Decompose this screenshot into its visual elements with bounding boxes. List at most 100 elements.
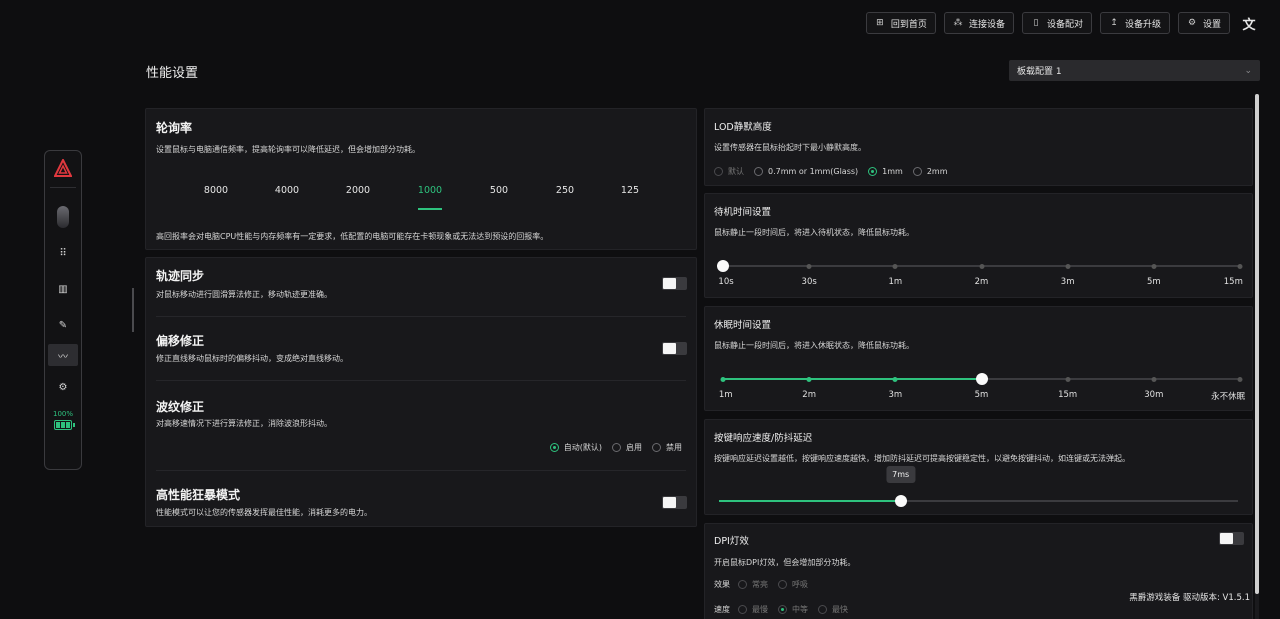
high-perf-toggle[interactable] [662, 496, 687, 509]
sleep-slider-label: 1m [718, 390, 733, 400]
sidebar-item-lighting[interactable]: ✎ [48, 314, 78, 336]
battery-icon [54, 420, 75, 430]
standby-slider-tick[interactable] [892, 263, 898, 269]
main-scrollbar[interactable] [1255, 94, 1259, 619]
lod-radio[interactable]: 2mm [912, 167, 948, 176]
home-button[interactable]: ⊞ 回到首页 [865, 12, 936, 34]
sidebar-item-settings[interactable]: ⚙ [48, 376, 78, 398]
standby-slider[interactable] [717, 260, 1243, 272]
pair-device-button[interactable]: ▯ 设备配对 [1021, 12, 1092, 34]
standby-slider-tick[interactable] [1237, 263, 1243, 269]
ripple-fix-options: 自动(默认) 启用 禁用 [549, 442, 682, 453]
polling-rate-option[interactable]: 125 [621, 185, 639, 196]
debounce-slider-thumb[interactable] [894, 495, 907, 507]
standby-slider-tick[interactable] [1065, 263, 1071, 269]
standby-slider-label: 10s [718, 277, 734, 287]
sleep-slider-tick[interactable] [1065, 376, 1071, 382]
sleep-slider[interactable] [720, 373, 1243, 385]
dpi-light-toggle[interactable] [1219, 532, 1244, 545]
ripple-fix-radio-label: 自动(默认) [563, 443, 602, 452]
dpi-light-title: DPI灯效 [714, 536, 749, 547]
dpi-effect-radio-label: 呼吸 [792, 580, 808, 589]
sidebar-item-dpi[interactable]: ▥ [48, 278, 78, 300]
sidebar-item-keys[interactable]: ⠿ [48, 242, 78, 264]
settings-button[interactable]: ⚙ 设置 [1177, 12, 1230, 34]
battery-percent: 100% [52, 410, 73, 418]
radio-circle-icon [738, 580, 747, 589]
lod-radio-label: 默认 [728, 167, 744, 176]
standby-slider-thumb[interactable] [717, 260, 729, 272]
polling-rate-option[interactable]: 1000 [418, 185, 442, 196]
radio-circle-icon [754, 167, 763, 176]
high-perf-title: 高性能狂暴模式 [156, 488, 241, 502]
radio-circle-icon [818, 605, 827, 614]
dpi-speed-radio[interactable]: 最慢 [738, 604, 768, 615]
config-select-value: 板载配置 1 [1017, 67, 1062, 77]
standby-slider-label: 2m [974, 277, 989, 287]
dpi-effect-options: 常亮 呼吸 [738, 579, 808, 590]
dpi-effect-radio[interactable]: 常亮 [738, 579, 768, 590]
lod-radio-label: 0.7mm or 1mm(Glass) [768, 167, 859, 176]
polling-rate-note: 高回报率会对电脑CPU性能与内存频率有一定要求，低配置的电脑可能存在卡顿现象或无… [156, 232, 549, 241]
sleep-slider-thumb[interactable] [975, 373, 988, 385]
ripple-fix-radio[interactable]: 自动(默认) [549, 442, 602, 453]
sleep-slider-fill [723, 378, 982, 380]
standby-slider-tick[interactable] [1151, 263, 1157, 269]
polling-rate-option[interactable]: 500 [490, 185, 508, 196]
standby-slider-tick[interactable] [806, 263, 812, 269]
standby-slider-label: 5m [1146, 277, 1161, 287]
home-icon: ⊞ [876, 18, 884, 28]
offset-fix-title: 偏移修正 [156, 334, 205, 348]
dpi-speed-radio[interactable]: 最快 [818, 604, 848, 615]
lod-radio[interactable]: 0.7mm or 1mm(Glass) [754, 167, 858, 176]
dpi-light-card: DPI灯效 开启鼠标DPI灯效，但会增加部分功耗。 效果 常亮 呼吸 速度 最慢 中… [704, 523, 1253, 619]
dpi-effect-radio[interactable]: 呼吸 [778, 579, 808, 590]
sleep-slider-tick[interactable] [1151, 376, 1157, 382]
sidebar: ⠿ ▥ ✎ 〰 ⚙ 100% [44, 150, 82, 470]
connect-device-button[interactable]: ⁂ 连接设备 [943, 12, 1014, 34]
sidebar-item-performance[interactable]: 〰 [48, 344, 78, 366]
radio-circle-icon [714, 167, 723, 176]
sleep-slider-tick[interactable] [1237, 376, 1243, 382]
polling-rate-option[interactable]: 4000 [275, 185, 299, 196]
polling-rate-options: 8000 4000 2000 1000 500 250 125 [146, 185, 696, 210]
sidebar-scroll-indicator[interactable] [132, 288, 134, 332]
track-sync-toggle[interactable] [662, 277, 687, 290]
standby-card: 待机时间设置 鼠标静止一段时间后，将进入待机状态，降低鼠标功耗。 10s 30s 1… [704, 193, 1253, 298]
polling-rate-option[interactable]: 8000 [204, 185, 228, 196]
sleep-slider-tick[interactable] [892, 376, 898, 382]
high-perf-desc: 性能模式可以让您的传感器发挥最佳性能，消耗更多的电力。 [156, 508, 372, 517]
brand-logo [52, 157, 74, 179]
upgrade-device-button[interactable]: ↥ 设备升级 [1099, 12, 1170, 34]
sleep-slider-label: 30m [1144, 390, 1164, 400]
polling-rate-option[interactable]: 250 [556, 185, 574, 196]
chevron-down-icon: ⌄ [1244, 65, 1252, 76]
sleep-slider-label: 15m [1058, 390, 1078, 400]
connect-device-label: 连接设备 [968, 19, 1005, 30]
ripple-fix-radio-label: 启用 [626, 443, 642, 452]
radio-circle-icon [612, 443, 621, 452]
polling-rate-title: 轮询率 [156, 121, 193, 135]
debounce-slider[interactable]: 7ms [719, 466, 1238, 507]
ripple-fix-radio[interactable]: 禁用 [652, 442, 682, 453]
sleep-slider-labels: 1m 2m 3m 5m 15m 30m 永不休眠 [719, 390, 1245, 402]
dpi-speed-radio[interactable]: 中等 [778, 604, 808, 615]
radio-circle-icon [868, 167, 878, 176]
mouse-device-icon[interactable] [57, 206, 69, 228]
offset-fix-toggle[interactable] [662, 342, 687, 355]
lod-radio[interactable]: 1mm [868, 167, 903, 176]
sleep-slider-tick[interactable] [806, 376, 812, 382]
lod-card: LOD静默高度 设置传感器在鼠标抬起时下最小静默高度。 默认 0.7mm or 1… [704, 108, 1253, 186]
config-select[interactable]: 板载配置 1 ⌄ [1009, 60, 1260, 81]
ripple-fix-radio[interactable]: 启用 [612, 442, 642, 453]
lod-radio[interactable]: 默认 [714, 166, 744, 177]
standby-slider-label: 3m [1060, 277, 1075, 287]
sleep-slider-tick[interactable] [720, 376, 726, 382]
chart-line-icon: 〰 [58, 351, 68, 363]
driver-version: 黑爵游戏装备 驱动版本: V1.5.1 [1129, 593, 1250, 603]
polling-rate-option[interactable]: 2000 [346, 185, 370, 196]
standby-slider-label: 15m [1223, 277, 1243, 287]
debounce-desc: 按键响应延迟设置越低，按键响应速度越快，增加防抖延迟可提高按键稳定性，以避免按键… [714, 454, 1130, 463]
standby-slider-tick[interactable] [979, 263, 984, 269]
translate-icon[interactable]: 文 [1238, 12, 1260, 34]
